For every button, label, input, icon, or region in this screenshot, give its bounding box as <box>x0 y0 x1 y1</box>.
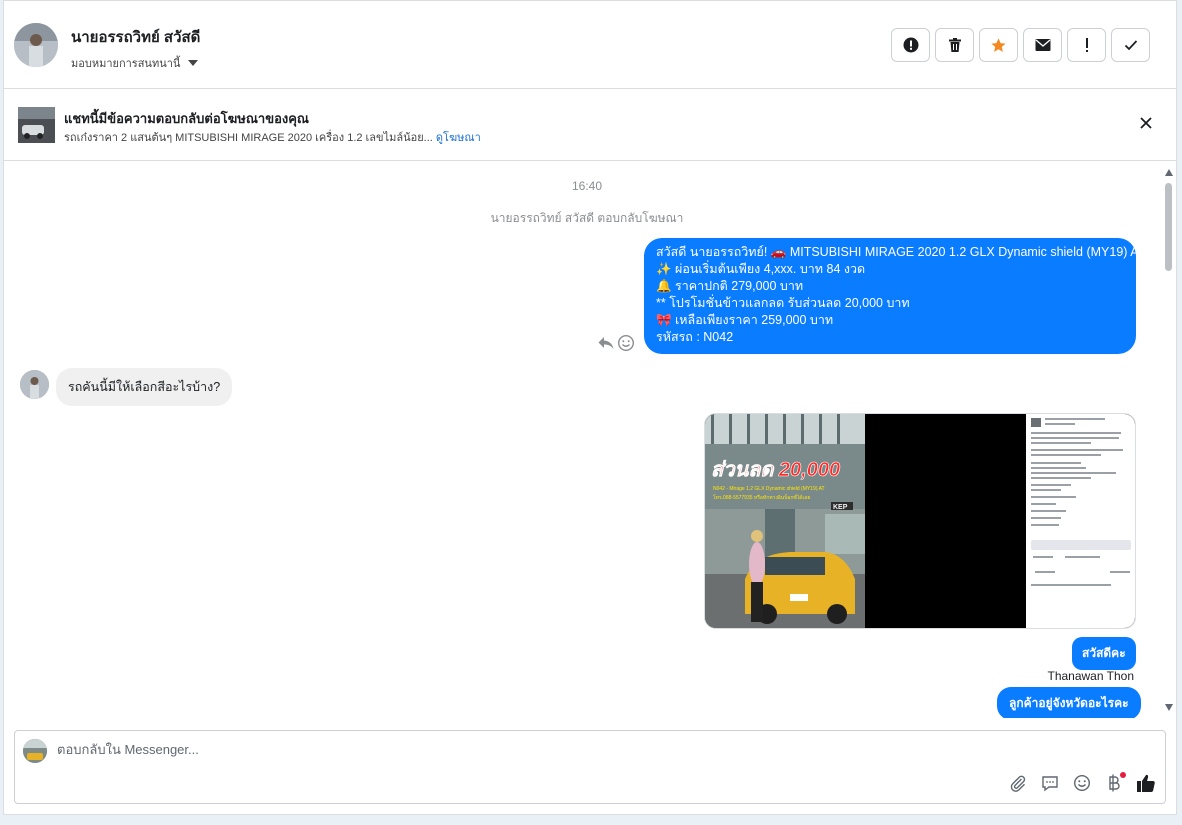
ad-description: รถเก๋งราคา 2 แสนต้นๆ MITSUBISHI MIRAGE 2… <box>64 132 433 144</box>
mail-icon <box>1035 39 1050 51</box>
scroll-thumb[interactable] <box>1165 183 1172 271</box>
saved-replies-icon <box>1042 776 1058 792</box>
reply-icon[interactable] <box>597 334 615 352</box>
ad-video-attachment[interactable]: KEP ส่วนลด 20,000 N042 - Mirage 1.2 GLX … <box>704 413 1136 629</box>
mark-unread-button[interactable] <box>1023 28 1062 62</box>
message-line: ✨ ผ่อนเริ่มต้นเพียง 4,xxx. บาท 84 งวด <box>656 262 866 276</box>
assign-conversation-dropdown[interactable]: มอบหมายการสนทนานี้ <box>71 54 199 72</box>
like-button[interactable] <box>1135 772 1157 794</box>
outgoing-message-bubble[interactable]: ลูกค้าอยู่จังหวัดอะไรคะ <box>997 687 1141 718</box>
media-brand-sign: KEP <box>833 504 848 511</box>
emoji-button[interactable] <box>1071 772 1093 794</box>
outgoing-message-bubble[interactable]: สวัสดี นายอรรถวิทย์! 🚗 MITSUBISHI MIRAGE… <box>644 238 1146 354</box>
header-actions <box>891 28 1150 62</box>
view-ad-link[interactable]: ดูโฆษณา <box>436 132 481 144</box>
message-thread[interactable]: 16:40 นายอรรถวิทย์ สวัสดี ตอบกลับโฆษณา ส… <box>4 161 1176 718</box>
assign-label: มอบหมายการสนทนานี้ <box>71 58 181 70</box>
ad-thumbnail[interactable] <box>18 107 55 143</box>
spam-icon <box>903 37 918 53</box>
reply-input[interactable] <box>57 742 957 757</box>
reply-composer <box>14 730 1166 804</box>
scroll-down-arrow[interactable] <box>1165 704 1173 711</box>
sender-name: Thanawan Thon <box>1047 669 1134 683</box>
exclamation-icon <box>1085 38 1088 52</box>
message-line: 🔔 ราคาปกติ 279,000 บาท <box>656 279 804 293</box>
mark-done-button[interactable] <box>1111 28 1150 62</box>
emoji-icon[interactable] <box>617 334 635 352</box>
outgoing-message-bubble[interactable]: สวัสดีคะ <box>1072 637 1136 670</box>
star-button[interactable] <box>979 28 1018 62</box>
thumbs-up-icon <box>1137 774 1155 792</box>
star-icon <box>991 37 1006 52</box>
caret-down-icon <box>188 60 199 66</box>
saved-replies-button[interactable] <box>1039 772 1061 794</box>
emoji-icon <box>1073 774 1091 792</box>
attach-button[interactable] <box>1007 772 1029 794</box>
message-line: รหัสรถ : N042 <box>656 330 734 344</box>
notification-dot <box>1120 772 1126 778</box>
ad-banner-subtitle: รถเก๋งราคา 2 แสนต้นๆ MITSUBISHI MIRAGE 2… <box>64 128 481 146</box>
delete-button[interactable] <box>935 28 974 62</box>
media-headline: ส่วนลด 20,000 <box>711 459 840 481</box>
close-icon <box>1140 117 1152 129</box>
contact-avatar-small <box>20 370 49 399</box>
scroll-up-arrow[interactable] <box>1165 169 1173 176</box>
ad-reply-banner: แชทนี้มีข้อความตอบกลับต่อโฆษณาของคุณ รถเ… <box>4 89 1176 161</box>
follow-up-button[interactable] <box>1067 28 1106 62</box>
check-icon <box>1124 40 1137 51</box>
ad-banner-title: แชทนี้มีข้อความตอบกลับต่อโฆษณาของคุณ <box>64 111 309 126</box>
message-line: 🎀 เหลือเพียงราคา 259,000 บาท <box>656 313 834 327</box>
mark-spam-button[interactable] <box>891 28 930 62</box>
conversation-header: นายอรรถวิทย์ สวัสดี มอบหมายการสนทนานี้ <box>4 1 1176 89</box>
conversation-panel: นายอรรถวิทย์ สวัสดี มอบหมายการสนทนานี้ แ… <box>3 0 1177 815</box>
incoming-message-bubble[interactable]: รถคันนี้มีให้เลือกสีอะไรบ้าง? <box>56 368 233 406</box>
media-caption: N042 - Mirage 1.2 GLX Dynamic shield (MY… <box>713 486 825 492</box>
attachment-icon <box>1010 775 1026 792</box>
trash-icon <box>948 38 961 52</box>
thread-scrollbar[interactable] <box>1162 165 1176 715</box>
close-banner-button[interactable] <box>1136 113 1156 133</box>
message-line: ** โปรโมชั่นข้าวแลกลด รับส่วนลด 20,000 บ… <box>656 296 910 310</box>
baht-icon <box>1109 774 1120 792</box>
message-line: สวัสดี นายอรรถวิทย์! 🚗 MITSUBISHI MIRAGE… <box>656 245 1146 259</box>
payment-button[interactable] <box>1103 772 1126 794</box>
contact-avatar[interactable] <box>14 23 58 67</box>
composer-toolbar <box>1007 772 1157 794</box>
message-actions <box>597 334 635 352</box>
page-avatar <box>23 739 47 763</box>
contact-name[interactable]: นายอรรถวิทย์ สวัสดี <box>71 25 200 49</box>
media-phone: โทร.088-5577935 หรือทักทางอินบ็อกซ์ได้เล… <box>713 493 810 501</box>
system-note: นายอรรถวิทย์ สวัสดี ตอบกลับโฆษณา <box>490 211 684 225</box>
message-timestamp: 16:40 <box>571 179 603 193</box>
